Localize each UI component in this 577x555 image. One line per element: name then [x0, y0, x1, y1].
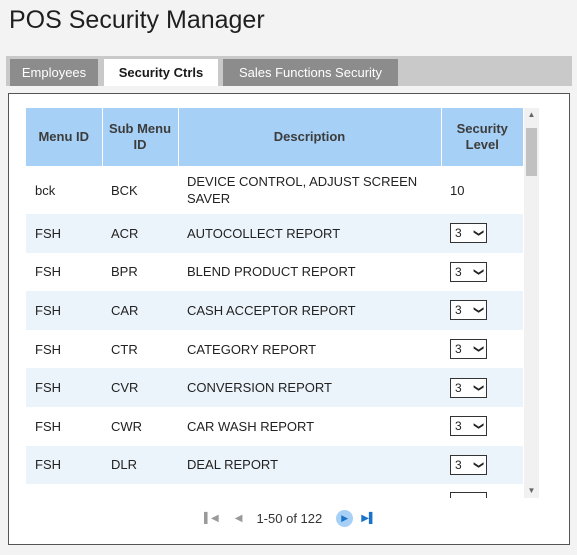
- security-level-select[interactable]: 3 ❯: [450, 339, 487, 360]
- cell-sub-menu-id: ACR: [102, 214, 178, 253]
- table-row[interactable]: FSH BPR BLEND PRODUCT REPORT 3 ❯: [26, 252, 523, 292]
- cell-security-level: 3 ❯: [441, 329, 523, 369]
- table-row[interactable]: FSH CTR CATEGORY REPORT 3 ❯: [26, 329, 523, 369]
- table-header-row: Menu ID Sub Menu ID Description Security…: [26, 108, 523, 166]
- cell-description: CONVERSION REPORT: [178, 368, 441, 407]
- scroll-down-arrow-icon[interactable]: ▼: [524, 484, 539, 498]
- security-grid: Menu ID Sub Menu ID Description Security…: [26, 108, 523, 498]
- cell-sub-menu-id: [102, 484, 178, 498]
- tab-bar: Employees Security Ctrls Sales Functions…: [6, 56, 572, 86]
- tab-sales-functions-security[interactable]: Sales Functions Security: [223, 59, 398, 86]
- cell-description: CAR WASH REPORT: [178, 406, 441, 446]
- security-level-select[interactable]: 3 ❯: [450, 223, 487, 244]
- table-row[interactable]: FSH ACR AUTOCOLLECT REPORT 3 ❯: [26, 214, 523, 253]
- cell-security-level: 3 ❯: [441, 291, 523, 330]
- security-level-value: 3: [455, 226, 462, 241]
- cell-security-level: 3 ❯: [441, 252, 523, 292]
- table-row[interactable]: ❯: [26, 484, 523, 498]
- cell-sub-menu-id: CWR: [102, 406, 178, 446]
- header-sub-menu-id[interactable]: Sub Menu ID: [102, 108, 179, 166]
- cell-description: AUTOCOLLECT REPORT: [178, 214, 441, 253]
- chevron-down-icon: ❯: [472, 344, 484, 354]
- cell-description: [178, 484, 441, 498]
- cell-menu-id: FSH: [26, 406, 102, 446]
- page-info: 1-50 of 122: [256, 510, 323, 526]
- cell-sub-menu-id: BPR: [102, 252, 178, 292]
- cell-menu-id: [26, 484, 102, 498]
- cell-security-level: 3 ❯: [441, 214, 523, 253]
- scroll-up-arrow-icon[interactable]: ▲: [524, 108, 539, 122]
- table-row[interactable]: FSH DLR DEAL REPORT 3 ❯: [26, 445, 523, 485]
- cell-description: CATEGORY REPORT: [178, 329, 441, 369]
- table-row[interactable]: FSH CVR CONVERSION REPORT 3 ❯: [26, 368, 523, 407]
- cell-security-level: 3 ❯: [441, 406, 523, 446]
- grid-scrollbar[interactable]: ▲ ▼: [524, 108, 539, 498]
- chevron-down-icon: ❯: [472, 306, 484, 315]
- chevron-down-icon: ❯: [472, 383, 484, 392]
- chevron-down-icon: ❯: [472, 422, 484, 431]
- tab-employees[interactable]: Employees: [10, 59, 98, 86]
- security-level-select[interactable]: 3 ❯: [450, 261, 487, 282]
- cell-menu-id: FSH: [26, 329, 102, 369]
- scroll-thumb[interactable]: [526, 128, 537, 176]
- cell-menu-id: FSH: [26, 291, 102, 330]
- table-row[interactable]: FSH CAR CASH ACCEPTOR REPORT 3 ❯: [26, 291, 523, 330]
- cell-security-level: ❯: [441, 484, 523, 498]
- header-security-level[interactable]: Security Level: [441, 108, 523, 166]
- chevron-down-icon: ❯: [472, 229, 484, 238]
- chevron-down-icon: ❯: [472, 267, 484, 277]
- cell-sub-menu-id: CTR: [102, 329, 178, 369]
- tab-security-ctrls[interactable]: Security Ctrls: [104, 59, 218, 86]
- security-table: Menu ID Sub Menu ID Description Security…: [26, 108, 523, 498]
- cell-sub-menu-id: DLR: [102, 445, 178, 485]
- table-body: bck BCK DEVICE CONTROL, ADJUST SCREEN SAVE…: [26, 166, 523, 498]
- security-level-select[interactable]: ❯: [450, 491, 487, 498]
- security-level-value: 3: [455, 419, 462, 434]
- cell-menu-id: FSH: [26, 252, 102, 292]
- security-level-value: 3: [455, 264, 462, 279]
- cell-description: BLEND PRODUCT REPORT: [178, 252, 441, 292]
- first-page-icon[interactable]: ▌◀: [204, 513, 219, 524]
- cell-security-level: 3 ❯: [441, 445, 523, 485]
- security-level-value: 3: [455, 457, 462, 472]
- security-level-select[interactable]: 3 ❯: [450, 416, 487, 437]
- cell-menu-id: FSH: [26, 368, 102, 407]
- security-level-value: 3: [455, 303, 462, 318]
- cell-description: DEAL REPORT: [178, 445, 441, 485]
- table-row[interactable]: FSH CWR CAR WASH REPORT 3 ❯: [26, 406, 523, 446]
- header-description[interactable]: Description: [178, 108, 442, 166]
- last-page-icon[interactable]: ▶▌: [361, 513, 376, 524]
- security-level-value: 3: [455, 380, 462, 395]
- page-title: POS Security Manager: [9, 6, 265, 34]
- cell-menu-id: bck: [26, 166, 102, 214]
- security-level-value: 3: [455, 342, 462, 357]
- cell-sub-menu-id: BCK: [102, 166, 178, 214]
- security-level-select[interactable]: 3 ❯: [450, 454, 487, 475]
- cell-security-level: 10: [441, 166, 523, 214]
- cell-security-level: 3 ❯: [441, 368, 523, 407]
- prev-page-icon[interactable]: ◀: [235, 513, 243, 524]
- security-ctrls-panel: Menu ID Sub Menu ID Description Security…: [8, 93, 570, 545]
- table-row[interactable]: bck BCK DEVICE CONTROL, ADJUST SCREEN SAVE…: [26, 166, 523, 214]
- security-level-select[interactable]: 3 ❯: [450, 300, 487, 321]
- cell-description: DEVICE CONTROL, ADJUST SCREEN SAVER: [178, 166, 441, 214]
- cell-menu-id: FSH: [26, 214, 102, 253]
- cell-menu-id: FSH: [26, 445, 102, 485]
- cell-description: CASH ACCEPTOR REPORT: [178, 291, 441, 330]
- chevron-down-icon: ❯: [472, 460, 484, 470]
- cell-sub-menu-id: CAR: [102, 291, 178, 330]
- header-menu-id[interactable]: Menu ID: [26, 108, 103, 166]
- pager: ▌◀ ◀ 1-50 of 122 ▶ ▶▌: [9, 506, 571, 530]
- cell-sub-menu-id: CVR: [102, 368, 178, 407]
- next-page-icon[interactable]: ▶: [336, 509, 354, 527]
- security-level-select[interactable]: 3 ❯: [450, 377, 487, 398]
